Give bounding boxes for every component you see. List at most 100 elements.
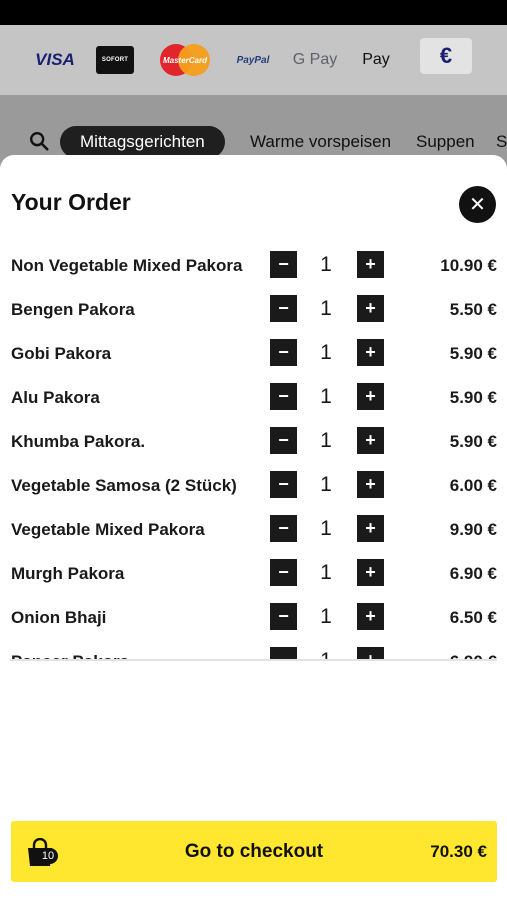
- order-item: Murgh Pakora − 1 + 6.90 €: [0, 551, 507, 595]
- item-name: Vegetable Mixed Pakora: [11, 520, 205, 539]
- item-name: Khumba Pakora.: [11, 432, 146, 451]
- close-button[interactable]: ✕: [459, 186, 496, 223]
- decrease-quantity-button[interactable]: −: [270, 339, 297, 366]
- item-name: Vegetable Samosa (2 Stück): [11, 476, 237, 495]
- tab-mittagsgerichten[interactable]: Mittagsgerichten: [60, 126, 225, 158]
- sofort-logo: SOFORT: [96, 46, 134, 74]
- decrease-quantity-button[interactable]: −: [270, 603, 297, 630]
- order-item: Gobi Pakora − 1 + 5.90 €: [0, 331, 507, 375]
- order-title: Your Order: [11, 189, 131, 215]
- item-price: 5.90 €: [449, 388, 497, 407]
- decrease-quantity-button[interactable]: −: [270, 647, 297, 661]
- quantity-value: 1: [320, 605, 332, 628]
- plus-icon: +: [365, 254, 376, 274]
- minus-icon: −: [278, 474, 289, 494]
- minus-icon: −: [278, 298, 289, 318]
- increase-quantity-button[interactable]: +: [357, 471, 384, 498]
- increase-quantity-button[interactable]: +: [357, 295, 384, 322]
- increase-quantity-button[interactable]: +: [357, 559, 384, 586]
- checkout-total: 70.30 €: [430, 842, 487, 861]
- order-item: Non Vegetable Mixed Pakora − 1 + 10.90 €: [0, 243, 507, 287]
- quantity-value: 1: [320, 253, 332, 276]
- euro-cash-logo: €: [420, 38, 472, 74]
- plus-icon: +: [365, 606, 376, 626]
- item-price: 5.90 €: [449, 432, 497, 451]
- minus-icon: −: [278, 650, 289, 661]
- order-item: Alu Pakora − 1 + 5.90 €: [0, 375, 507, 419]
- increase-quantity-button[interactable]: +: [357, 515, 384, 542]
- tab-suppen[interactable]: Suppen: [416, 126, 475, 158]
- tab-warme-vorspeisen[interactable]: Warme vorspeisen: [250, 126, 391, 158]
- minus-icon: −: [278, 430, 289, 450]
- minus-icon: −: [278, 254, 289, 274]
- decrease-quantity-button[interactable]: −: [270, 251, 297, 278]
- status-bar: [0, 0, 507, 25]
- item-name: Onion Bhaji: [11, 608, 107, 627]
- minus-icon: −: [278, 342, 289, 362]
- increase-quantity-button[interactable]: +: [357, 603, 384, 630]
- increase-quantity-button[interactable]: +: [357, 383, 384, 410]
- item-price: 5.50 €: [449, 300, 497, 319]
- tab-salate[interactable]: Sa: [496, 126, 507, 158]
- order-item: Onion Bhaji − 1 + 6.50 €: [0, 595, 507, 639]
- decrease-quantity-button[interactable]: −: [270, 383, 297, 410]
- minus-icon: −: [278, 606, 289, 626]
- order-item: Vegetable Mixed Pakora − 1 + 9.90 €: [0, 507, 507, 551]
- item-price: 6.90 €: [449, 564, 497, 583]
- search-icon[interactable]: [28, 130, 50, 152]
- order-item: Bengen Pakora − 1 + 5.50 €: [0, 287, 507, 331]
- item-name: Murgh Pakora: [11, 564, 125, 583]
- plus-icon: +: [365, 518, 376, 538]
- decrease-quantity-button[interactable]: −: [270, 427, 297, 454]
- checkout-button[interactable]: 10 Go to checkout 70.30 €: [11, 821, 497, 882]
- item-price: 6.00 €: [449, 476, 497, 495]
- item-name: Bengen Pakora: [11, 300, 135, 319]
- quantity-value: 1: [320, 385, 332, 408]
- plus-icon: +: [365, 430, 376, 450]
- quantity-value: 1: [320, 649, 332, 661]
- increase-quantity-button[interactable]: +: [357, 251, 384, 278]
- order-item: Vegetable Samosa (2 Stück) − 1 + 6.00 €: [0, 463, 507, 507]
- item-price: 10.90 €: [440, 256, 497, 275]
- item-name: Paneer Pakora: [11, 652, 129, 661]
- decrease-quantity-button[interactable]: −: [270, 471, 297, 498]
- plus-icon: +: [365, 562, 376, 582]
- quantity-value: 1: [320, 561, 332, 584]
- minus-icon: −: [278, 386, 289, 406]
- plus-icon: +: [365, 650, 376, 661]
- order-sheet: Your Order ✕ Non Vegetable Mixed Pakora …: [0, 155, 507, 900]
- increase-quantity-button[interactable]: +: [357, 339, 384, 366]
- quantity-value: 1: [320, 341, 332, 364]
- category-bar: Mittagsgerichten Warme vorspeisen Suppen…: [0, 120, 507, 160]
- item-price: 5.90 €: [449, 344, 497, 363]
- paypal-logo: PayPal: [236, 54, 270, 66]
- item-price: 6.90 €: [450, 652, 497, 661]
- visa-logo: VISA: [35, 50, 75, 69]
- order-item: Paneer Pakora − 1 + 6.90 €: [0, 639, 507, 661]
- plus-icon: +: [365, 298, 376, 318]
- order-list[interactable]: Non Vegetable Mixed Pakora − 1 + 10.90 €…: [0, 243, 507, 661]
- quantity-value: 1: [320, 429, 332, 452]
- decrease-quantity-button[interactable]: −: [270, 559, 297, 586]
- decrease-quantity-button[interactable]: −: [270, 295, 297, 322]
- increase-quantity-button[interactable]: +: [357, 427, 384, 454]
- order-item: Khumba Pakora. − 1 + 5.90 €: [0, 419, 507, 463]
- plus-icon: +: [365, 386, 376, 406]
- plus-icon: +: [365, 342, 376, 362]
- apple-pay-logo: Pay: [362, 51, 390, 68]
- quantity-value: 1: [320, 517, 332, 540]
- minus-icon: −: [278, 562, 289, 582]
- plus-icon: +: [365, 474, 376, 494]
- item-price: 6.50 €: [449, 608, 497, 627]
- minus-icon: −: [278, 518, 289, 538]
- mastercard-logo: MasterCard: [158, 43, 212, 77]
- increase-quantity-button[interactable]: +: [357, 647, 384, 661]
- checkout-label: Go to checkout: [184, 841, 324, 862]
- google-pay-logo: G Pay: [292, 51, 338, 68]
- quantity-value: 1: [320, 473, 332, 496]
- close-icon: ✕: [469, 194, 486, 216]
- item-name: Gobi Pakora: [11, 344, 112, 363]
- decrease-quantity-button[interactable]: −: [270, 515, 297, 542]
- item-name: Alu Pakora: [11, 388, 100, 407]
- quantity-value: 1: [320, 297, 332, 320]
